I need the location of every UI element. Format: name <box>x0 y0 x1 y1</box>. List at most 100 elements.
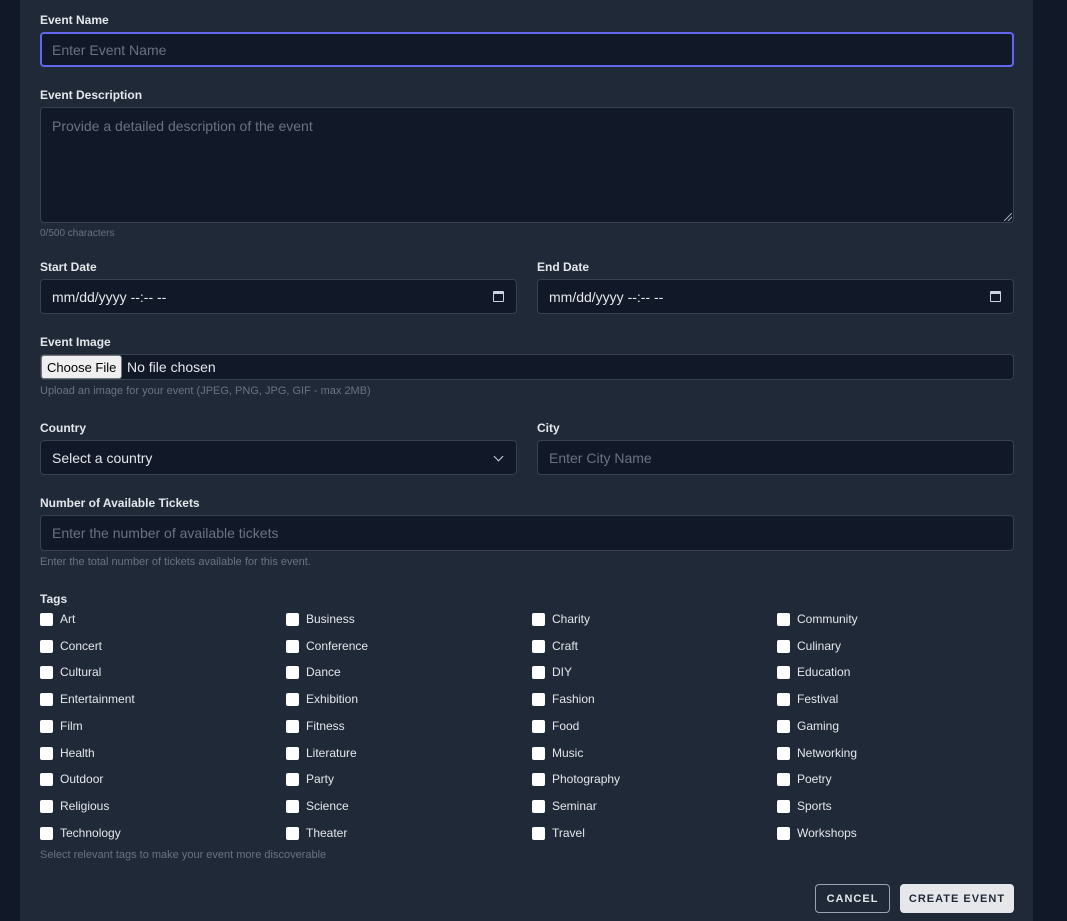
tag-sports-option[interactable]: Sports <box>777 798 832 814</box>
tag-craft-option[interactable]: Craft <box>532 638 578 654</box>
tag-entertainment-option[interactable]: Entertainment <box>40 691 135 707</box>
tag-checkbox[interactable] <box>40 719 53 733</box>
tag-music-option[interactable]: Music <box>532 745 583 761</box>
tag-dance-option[interactable]: Dance <box>286 664 341 680</box>
chevron-down-icon[interactable] <box>493 451 504 462</box>
event-name-label: Event Name <box>40 13 109 27</box>
tag-label: Photography <box>552 772 621 786</box>
tag-community-option[interactable]: Community <box>777 611 858 627</box>
tag-seminar-option[interactable]: Seminar <box>532 798 597 814</box>
tag-label: Travel <box>552 826 585 840</box>
tag-checkbox[interactable] <box>286 799 299 813</box>
event-image-label: Event Image <box>40 335 111 349</box>
tag-checkbox[interactable] <box>777 639 790 653</box>
country-select[interactable]: Select a country <box>40 440 517 475</box>
tag-checkbox[interactable] <box>286 639 299 653</box>
tag-photography-option[interactable]: Photography <box>532 771 620 787</box>
city-label: City <box>537 421 560 435</box>
tag-checkbox[interactable] <box>286 746 299 760</box>
tag-checkbox[interactable] <box>532 799 545 813</box>
tag-education-option[interactable]: Education <box>777 664 850 680</box>
tag-checkbox[interactable] <box>532 665 545 679</box>
tag-checkbox[interactable] <box>532 719 545 733</box>
choose-file-button[interactable]: Choose File <box>41 355 123 379</box>
tag-art-option[interactable]: Art <box>40 611 75 627</box>
tag-festival-option[interactable]: Festival <box>777 691 838 707</box>
tag-business-option[interactable]: Business <box>286 611 355 627</box>
tag-checkbox[interactable] <box>532 639 545 653</box>
tag-checkbox[interactable] <box>286 826 299 840</box>
tag-science-option[interactable]: Science <box>286 798 349 814</box>
tag-checkbox[interactable] <box>532 826 545 840</box>
tag-label: Gaming <box>797 719 840 733</box>
tag-checkbox[interactable] <box>777 692 790 706</box>
end-date-input[interactable]: mm/dd/yyyy --:-- -- <box>537 279 1014 314</box>
tag-poetry-option[interactable]: Poetry <box>777 771 832 787</box>
tag-checkbox[interactable] <box>40 746 53 760</box>
tag-travel-option[interactable]: Travel <box>532 825 585 841</box>
tag-checkbox[interactable] <box>777 719 790 733</box>
tag-label: Poetry <box>797 772 832 786</box>
tag-checkbox[interactable] <box>40 639 53 653</box>
tag-diy-option[interactable]: DIY <box>532 664 572 680</box>
tag-fashion-option[interactable]: Fashion <box>532 691 595 707</box>
tag-checkbox[interactable] <box>777 826 790 840</box>
tag-checkbox[interactable] <box>777 772 790 786</box>
tag-checkbox[interactable] <box>40 665 53 679</box>
tag-checkbox[interactable] <box>40 772 53 786</box>
tag-checkbox[interactable] <box>286 612 299 626</box>
tag-checkbox[interactable] <box>40 799 53 813</box>
calendar-icon[interactable] <box>990 291 1001 302</box>
tags-label: Tags <box>40 592 68 606</box>
tag-food-option[interactable]: Food <box>532 718 579 734</box>
tag-party-option[interactable]: Party <box>286 771 334 787</box>
tag-cultural-option[interactable]: Cultural <box>40 664 101 680</box>
tag-checkbox[interactable] <box>40 612 53 626</box>
tag-literature-option[interactable]: Literature <box>286 745 357 761</box>
tag-checkbox[interactable] <box>532 692 545 706</box>
tickets-input[interactable] <box>40 515 1014 551</box>
tag-outdoor-option[interactable]: Outdoor <box>40 771 103 787</box>
calendar-icon[interactable] <box>493 291 504 302</box>
tag-checkbox[interactable] <box>40 692 53 706</box>
event-description-textarea[interactable] <box>40 107 1014 223</box>
tag-checkbox[interactable] <box>286 692 299 706</box>
tag-checkbox[interactable] <box>286 665 299 679</box>
tag-religious-option[interactable]: Religious <box>40 798 109 814</box>
tag-conference-option[interactable]: Conference <box>286 638 368 654</box>
tag-checkbox[interactable] <box>777 665 790 679</box>
tag-checkbox[interactable] <box>40 826 53 840</box>
tag-theater-option[interactable]: Theater <box>286 825 347 841</box>
tag-networking-option[interactable]: Networking <box>777 745 857 761</box>
event-image-hint: Upload an image for your event (JPEG, PN… <box>40 385 371 397</box>
city-input[interactable] <box>537 440 1014 475</box>
tag-technology-option[interactable]: Technology <box>40 825 121 841</box>
tag-charity-option[interactable]: Charity <box>532 611 590 627</box>
tag-checkbox[interactable] <box>286 719 299 733</box>
tag-checkbox[interactable] <box>532 746 545 760</box>
resize-handle-icon[interactable] <box>1004 213 1012 221</box>
event-image-file-input[interactable]: Choose File No file chosen <box>40 354 1014 380</box>
tag-checkbox[interactable] <box>777 799 790 813</box>
tag-label: Film <box>60 719 83 733</box>
cancel-button[interactable]: CANCEL <box>815 884 890 913</box>
tag-film-option[interactable]: Film <box>40 718 83 734</box>
tag-checkbox[interactable] <box>777 746 790 760</box>
tag-concert-option[interactable]: Concert <box>40 638 102 654</box>
tag-culinary-option[interactable]: Culinary <box>777 638 841 654</box>
tag-fitness-option[interactable]: Fitness <box>286 718 345 734</box>
tag-checkbox[interactable] <box>777 612 790 626</box>
tag-checkbox[interactable] <box>532 772 545 786</box>
tag-label: Entertainment <box>60 692 135 706</box>
tag-gaming-option[interactable]: Gaming <box>777 718 839 734</box>
tag-health-option[interactable]: Health <box>40 745 95 761</box>
start-date-label: Start Date <box>40 260 97 274</box>
tag-label: Dance <box>306 665 341 679</box>
tag-checkbox[interactable] <box>286 772 299 786</box>
tag-checkbox[interactable] <box>532 612 545 626</box>
tag-workshops-option[interactable]: Workshops <box>777 825 857 841</box>
event-name-input[interactable] <box>40 32 1014 67</box>
tag-exhibition-option[interactable]: Exhibition <box>286 691 358 707</box>
create-event-button[interactable]: CREATE EVENT <box>900 884 1014 913</box>
start-date-input[interactable]: mm/dd/yyyy --:-- -- <box>40 279 517 314</box>
